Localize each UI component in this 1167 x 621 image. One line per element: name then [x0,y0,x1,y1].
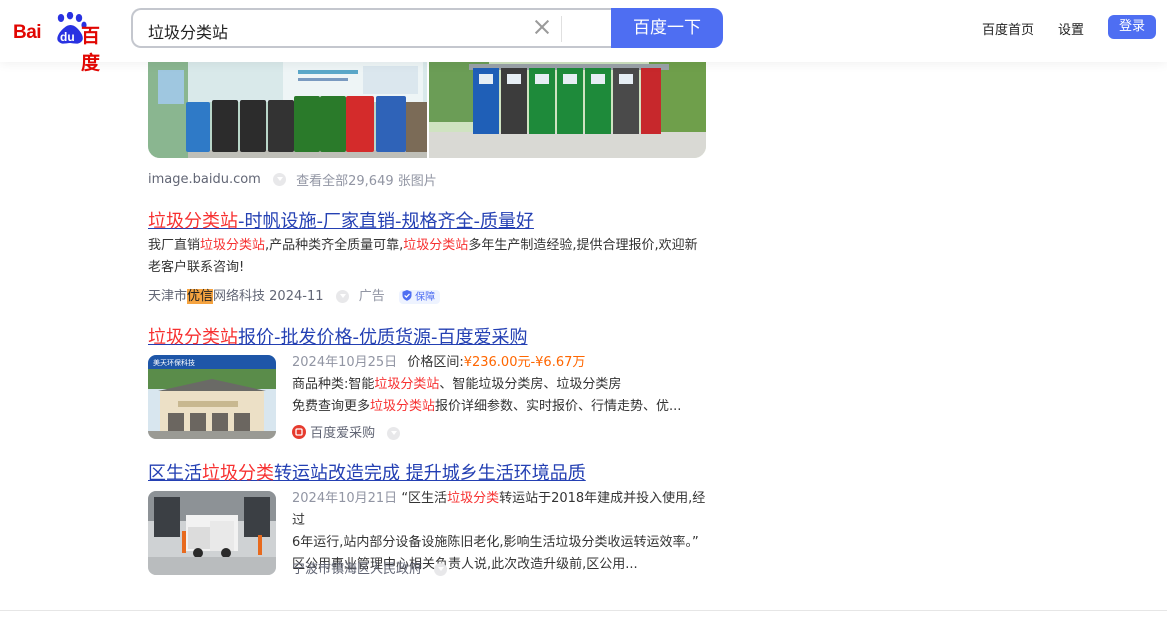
top-bar: Bai du 百度 垃圾分类站 百度一下 百度首页 设置 登录 [0,0,1167,74]
logo-text-bai: Bai [13,22,42,43]
title-highlight: 垃圾分类 [202,463,274,484]
bottom-divider [0,610,1167,611]
result-title[interactable]: 垃圾分类站-时帆设施-厂家直销-规格齐全-质量好 [148,207,534,233]
result-title[interactable]: 区生活垃圾分类转运站改造完成 提升城乡生活环境品质 [148,459,586,485]
shield-check-icon [402,289,412,301]
desc-text: ,产品种类齐全质量可靠, [265,238,404,253]
logo-text-baidu: 百度 [81,25,101,74]
result-meta: 宁波市镇海区人民政府 [292,558,453,577]
result-meta: 百度爱采购 [292,422,406,441]
result-date: 2024年10月25日 [292,355,398,370]
transfer-station-photo [148,491,276,575]
desc-text: 我厂直销 [148,238,201,253]
image-strip[interactable] [148,62,706,158]
source-highlight[interactable]: 优信 [187,289,214,304]
chevron-down-icon[interactable] [335,290,349,303]
title-text: 报价-批发价格-优质货源-百度爱采购 [238,327,528,348]
title-text: -时帆设施-厂家直销-规格齐全-质量好 [238,211,534,232]
search-divider [561,16,562,42]
result-thumbnail[interactable]: 美天环保科技 [148,355,276,439]
settings-link[interactable]: 设置 [1058,19,1084,38]
price-label: 价格区间: [407,355,464,370]
aicaigou-icon [292,425,306,439]
desc-text: 6年运行,站内部分设备设施陈旧老化,影响生活垃圾分类收运转运效率。” [292,535,699,550]
desc-highlight: 垃圾分类 [447,491,500,506]
title-text: 转运站改造完成 提升城乡生活环境品质 [274,463,586,484]
source-text[interactable]: 百度爱采购 [310,426,375,441]
desc-text: 多年生产制造经验,提供合理报价,欢迎新 [468,238,698,253]
result-meta: 天津市优信网络科技 2024-11 广告 保障 [148,285,441,304]
baidu-logo[interactable]: Bai du 百度 [13,10,117,74]
result-thumbnail[interactable] [148,491,276,575]
login-button[interactable]: 登录 [1108,15,1156,39]
clear-icon[interactable] [530,15,554,39]
chevron-down-icon[interactable] [272,173,286,186]
thumb-brand-text: 美天环保科技 [153,358,195,367]
ad-label: 广告 [358,289,385,304]
search-query-text: 垃圾分类站 [148,23,229,42]
desc-text: 商品种类:智能 [292,377,375,392]
desc-text: 、智能垃圾分类房、垃圾分类房 [439,377,622,392]
desc-text: “区生活 [401,491,448,506]
bins-photo-right[interactable] [429,62,706,158]
title-text: 区生活 [148,463,202,484]
image-source-line: image.baidu.com 查看全部29,649 张图片 [148,170,437,189]
desc-text: 免费查询更多 [292,399,371,414]
source-text[interactable]: 宁波市镇海区人民政府 [292,562,422,577]
result-description: 我厂直销垃圾分类站,产品种类齐全质量可靠,垃圾分类站多年生产制造经验,提供合理报… [148,235,708,279]
price-range: ¥236.00元-¥6.67万 [463,355,586,370]
title-highlight: 垃圾分类站 [148,211,238,232]
desc-highlight: 垃圾分类站 [374,377,440,392]
badge-label: 保障 [415,291,436,303]
image-source[interactable]: image.baidu.com [148,172,261,187]
logo-text-du: du [60,30,75,44]
result-title[interactable]: 垃圾分类站报价-批发价格-优质货源-百度爱采购 [148,323,527,349]
desc-text: 老客户联系咨询! [148,260,245,275]
guarantee-badge[interactable]: 保障 [398,289,441,304]
home-link[interactable]: 百度首页 [982,19,1034,38]
bins-photo-left[interactable] [148,62,427,158]
view-all-images-link[interactable]: 查看全部29,649 张图片 [296,174,437,189]
result-description: 2024年10月25日 价格区间:¥236.00元-¥6.67万 商品种类:智能… [292,352,712,418]
source-text[interactable]: 网络科技 2024-11 [213,289,323,304]
title-highlight: 垃圾分类站 [148,327,238,348]
desc-highlight: 垃圾分类站 [403,238,469,253]
result-date: 2024年10月21日 [292,491,398,506]
kiosk-photo: 美天环保科技 [148,355,276,439]
desc-text: 报价详细参数、实时报价、行情走势、优... [435,399,682,414]
desc-highlight: 垃圾分类站 [370,399,436,414]
chevron-down-icon[interactable] [434,563,448,576]
desc-highlight: 垃圾分类站 [200,238,266,253]
search-button[interactable]: 百度一下 [611,8,723,48]
source-text[interactable]: 天津市 [148,289,187,304]
chevron-down-icon[interactable] [387,427,401,440]
search-input[interactable]: 垃圾分类站 [131,8,611,48]
